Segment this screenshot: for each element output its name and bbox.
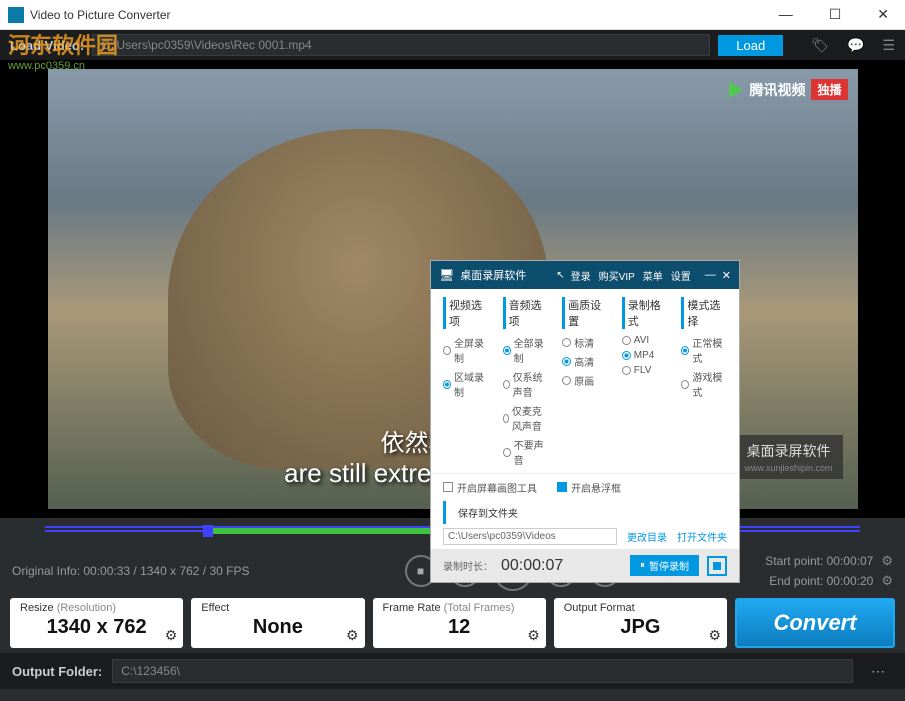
- recorder-title: 桌面录屏软件: [460, 267, 550, 283]
- end-point-gear-icon[interactable]: ⚙: [881, 573, 893, 588]
- video-preview-area: 腾讯视频 独播 依然相当矫弱 are still extremely vulne…: [0, 60, 905, 518]
- check-floating-box[interactable]: 开启悬浮框: [557, 480, 621, 495]
- tag-icon[interactable]: 🏷: [811, 37, 829, 54]
- list-icon[interactable]: ☰: [882, 37, 895, 54]
- app-icon: [8, 7, 24, 23]
- save-folder-input[interactable]: C:\Users\pc0359\Videos: [443, 528, 617, 545]
- chat-icon[interactable]: 💬: [847, 37, 864, 54]
- opt-no-audio[interactable]: 不要声音: [503, 437, 549, 467]
- opt-original[interactable]: 原画: [562, 373, 608, 388]
- recorder-watermark-text: 桌面录屏软件: [744, 441, 832, 461]
- opt-game-mode[interactable]: 游戏模式: [681, 369, 727, 399]
- close-button[interactable]: ✕: [869, 6, 897, 23]
- maximize-button[interactable]: ☐: [821, 6, 850, 23]
- tab-video-options: 视频选项: [443, 297, 489, 329]
- load-video-bar: Load Video: C:\Users\pc0359\Videos\Rec 0…: [0, 30, 905, 60]
- tab-quality: 画质设置: [562, 297, 608, 329]
- save-folder-label: 保存到文件夹: [443, 501, 739, 524]
- recorder-menu-link[interactable]: 菜单: [643, 268, 663, 283]
- tencent-watermark: 腾讯视频 独播: [729, 79, 847, 100]
- format-gear-icon[interactable]: ⚙: [708, 627, 721, 644]
- recorder-header[interactable]: 🖥 桌面录屏软件 ↖ 登录 购买VIP 菜单 设置 — ✕: [431, 261, 739, 289]
- framerate-setting[interactable]: Frame Rate (Total Frames) 12 ⚙: [373, 598, 546, 648]
- settings-row: Resize (Resolution) 1340 x 762 ⚙ Effect …: [0, 593, 905, 653]
- recorder-settings-link[interactable]: 设置: [671, 268, 691, 283]
- output-folder-label: Output Folder:: [12, 664, 102, 679]
- resize-gear-icon[interactable]: ⚙: [165, 627, 178, 644]
- browse-output-button[interactable]: ⋯: [863, 661, 893, 682]
- framerate-gear-icon[interactable]: ⚙: [527, 627, 540, 644]
- load-video-label: Load Video:: [10, 38, 84, 53]
- recorder-vip-link[interactable]: 购买VIP: [599, 268, 635, 283]
- opt-sd[interactable]: 标清: [562, 335, 608, 350]
- effect-value: None: [201, 616, 354, 639]
- opt-region[interactable]: 区域录制: [443, 369, 489, 399]
- output-folder-input[interactable]: C:\123456\: [112, 659, 853, 683]
- open-folder-link[interactable]: 打开文件夹: [677, 529, 727, 544]
- tencent-play-icon: [729, 82, 743, 98]
- recorder-monitor-icon: 🖥: [439, 268, 454, 282]
- change-folder-link[interactable]: 更改目录: [627, 529, 667, 544]
- window-title: Video to Picture Converter: [30, 8, 771, 22]
- opt-system-audio[interactable]: 仅系统声音: [503, 369, 549, 399]
- original-info: Original Info: 00:00:33 / 1340 x 762 / 3…: [12, 564, 312, 578]
- end-point-value: 00:00:20: [827, 574, 874, 588]
- format-setting[interactable]: Output Format JPG ⚙: [554, 598, 727, 648]
- screen-recorder-panel: 🖥 桌面录屏软件 ↖ 登录 购买VIP 菜单 设置 — ✕ 视频选项 音频选项 …: [430, 260, 740, 583]
- check-drawing-tool[interactable]: 开启屏幕画图工具: [443, 480, 537, 495]
- convert-button[interactable]: Convert: [735, 598, 895, 648]
- opt-hd[interactable]: 高清: [562, 354, 608, 369]
- start-point-gear-icon[interactable]: ⚙: [881, 553, 893, 568]
- timeline-start-handle[interactable]: [203, 525, 213, 537]
- record-time-label: 录制时长：: [443, 558, 493, 573]
- recorder-watermark: 桌面录屏软件 www.xunjieshipin.com: [734, 435, 842, 479]
- stop-record-button[interactable]: [707, 556, 727, 576]
- framerate-value: 12: [383, 616, 536, 639]
- video-path-input[interactable]: C:\Users\pc0359\Videos\Rec 0001.mp4: [92, 34, 710, 56]
- opt-mic-audio[interactable]: 仅麦克风声音: [503, 403, 549, 433]
- resize-value: 1340 x 762: [20, 616, 173, 639]
- tencent-logo-text: 腾讯视频: [749, 80, 805, 100]
- opt-mp4[interactable]: MP4: [622, 350, 668, 361]
- load-button[interactable]: Load: [718, 35, 783, 56]
- output-folder-row: Output Folder: C:\123456\ ⋯: [0, 653, 905, 689]
- opt-flv[interactable]: FLV: [622, 365, 668, 376]
- recorder-minimize[interactable]: —: [705, 269, 716, 282]
- start-point-label: Start point:: [765, 554, 823, 568]
- recorder-watermark-url: www.xunjieshipin.com: [744, 463, 832, 473]
- window-titlebar: Video to Picture Converter — ☐ ✕: [0, 0, 905, 30]
- cursor-icon: ↖: [556, 270, 564, 281]
- tencent-exclusive-badge: 独播: [811, 79, 847, 100]
- recorder-login-link[interactable]: 登录: [571, 268, 591, 283]
- trim-points: Start point: 00:00:07 ⚙ End point: 00:00:…: [713, 551, 893, 590]
- opt-fullscreen[interactable]: 全屏录制: [443, 335, 489, 365]
- effect-setting[interactable]: Effect None ⚙: [191, 598, 364, 648]
- minimize-button[interactable]: —: [771, 6, 801, 23]
- format-value: JPG: [564, 616, 717, 639]
- opt-normal-mode[interactable]: 正常模式: [681, 335, 727, 365]
- opt-avi[interactable]: AVI: [622, 335, 668, 346]
- end-point-label: End point:: [769, 574, 823, 588]
- effect-gear-icon[interactable]: ⚙: [346, 627, 359, 644]
- resize-setting[interactable]: Resize (Resolution) 1340 x 762 ⚙: [10, 598, 183, 648]
- recorder-close[interactable]: ✕: [722, 269, 731, 282]
- tab-audio-options: 音频选项: [503, 297, 549, 329]
- tab-mode: 模式选择: [681, 297, 727, 329]
- record-time-value: 00:00:07: [501, 557, 622, 575]
- start-point-value: 00:00:07: [827, 554, 874, 568]
- tab-format: 录制格式: [622, 297, 668, 329]
- pause-record-button[interactable]: ⏸暂停录制: [630, 555, 699, 576]
- opt-all-audio[interactable]: 全部录制: [503, 335, 549, 365]
